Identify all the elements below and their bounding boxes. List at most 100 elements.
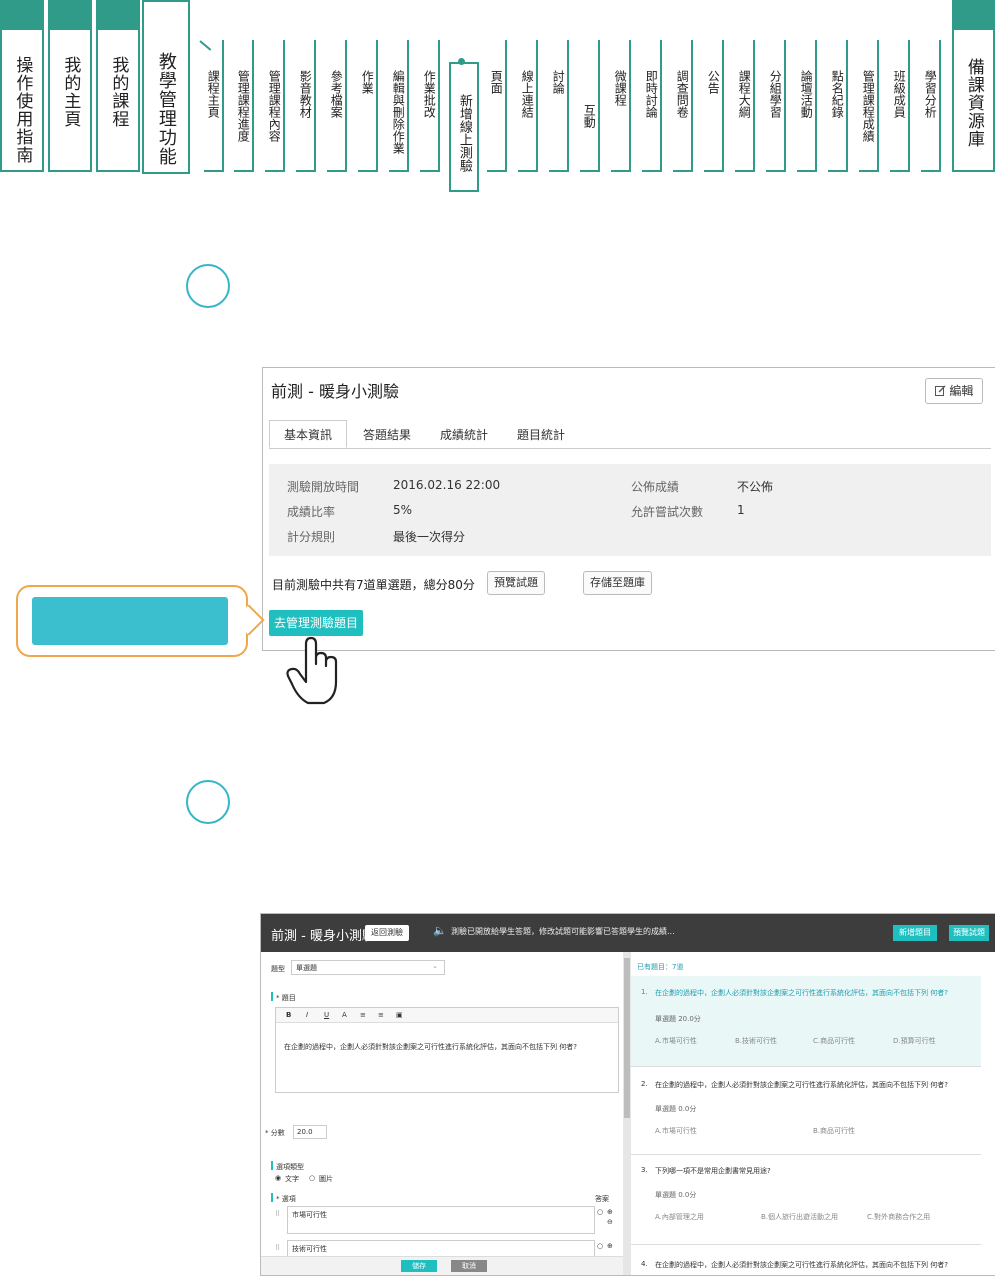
question-item-2[interactable]: 2. 在企劃的過程中，企劃人必須針對該企劃案之可行性進行系統化評估，其面向不包括… — [631, 1066, 981, 1155]
subtab-new-quiz[interactable]: 新增線上測驗 — [449, 62, 479, 192]
subtab-label: 互動 — [582, 104, 597, 128]
question-item-1[interactable]: 1. 在企劃的過程中，企劃人必須針對該企劃案之可行性進行系統化評估，其面向不包括… — [631, 976, 981, 1067]
answer-radio-1[interactable]: ○ — [597, 1208, 603, 1216]
tab-basic-info[interactable]: 基本資訊 — [269, 420, 348, 448]
choice: A.內部管理之用 — [655, 1213, 704, 1221]
tab-question-stats[interactable]: 題目統計 — [517, 426, 565, 443]
back-button[interactable]: 返回測驗 — [365, 925, 409, 941]
option-input-1[interactable]: 市場可行性 — [287, 1206, 595, 1234]
question-score: 單選題 0.0分 — [655, 1191, 697, 1199]
subtab-content[interactable]: 管理課程內容 — [265, 40, 285, 172]
radio-image-icon[interactable]: ○ — [309, 1174, 315, 1182]
subtab-homework[interactable]: 作業 — [358, 40, 378, 172]
ordered-list-button[interactable]: ≡ — [360, 1011, 366, 1019]
question-item-4[interactable]: 4. 在企劃的過程中，企劃人必須針對該企劃案之可行性進行系統化評估，其面向不包括… — [631, 1244, 981, 1275]
save-button[interactable]: 儲存 — [401, 1260, 437, 1272]
rule-value: 最後一次得分 — [393, 530, 466, 544]
new-question-button[interactable]: 新增題目 — [893, 925, 937, 941]
choice: A.市場可行性 — [655, 1127, 697, 1135]
question-num: 2. — [641, 1080, 648, 1088]
subtab-announcement[interactable]: 公告 — [704, 40, 724, 172]
top-navigation: 操作使用指南 我的主頁 我的課程 教學管理功能 課程主頁 管理課程進度 管理課程… — [0, 0, 995, 200]
italic-button[interactable]: I — [306, 1011, 308, 1019]
subtab-interaction[interactable]: 互動 — [580, 40, 600, 172]
subtab-label: 新增線上測驗 — [456, 94, 472, 172]
question-text: 下列哪一項不是常用企劃書常見用途? — [655, 1167, 771, 1175]
underline-button[interactable]: U — [324, 1011, 329, 1019]
subtab-syllabus[interactable]: 課程大綱 — [735, 40, 755, 172]
subtab-links[interactable]: 線上連結 — [518, 40, 538, 172]
ratio-label: 成績比率 — [287, 505, 336, 519]
tab-cap — [50, 0, 90, 30]
subtab-progress[interactable]: 管理課程進度 — [234, 40, 254, 172]
tab-my-courses[interactable]: 我的課程 — [96, 0, 140, 172]
subtab-grades[interactable]: 管理課程成績 — [859, 40, 879, 172]
question-editor[interactable]: B I U A ≡ ≡ ▣ 在企劃的過程中，企劃人必須針對該企劃案之可行性進行系… — [275, 1007, 619, 1093]
tab-home[interactable]: 我的主頁 — [48, 0, 92, 172]
type-select[interactable]: 單選題 ⌄ — [291, 960, 445, 975]
remove-option-icon[interactable]: ⊖ — [607, 1218, 613, 1226]
save-to-bank-button[interactable]: 存儲至題庫 — [583, 571, 652, 595]
question-item-3[interactable]: 3. 下列哪一項不是常用企劃書常見用途? 單選題 0.0分 A.內部管理之用 B… — [631, 1154, 981, 1245]
drag-handle-icon[interactable]: ⠿ — [275, 1244, 280, 1252]
manage-questions-button[interactable]: 去管理測驗題目 — [269, 610, 363, 636]
option-2-text: 技術可行性 — [292, 1245, 327, 1253]
subtab-label: 管理課程進度 — [236, 70, 251, 142]
tab-guide-label: 操作使用指南 — [12, 56, 33, 164]
bold-button[interactable]: B — [286, 1011, 291, 1019]
subtab-label: 編輯與刪除作業 — [391, 70, 406, 154]
preview-button[interactable]: 預覽試題 — [487, 571, 545, 595]
subtab-label: 課程大綱 — [737, 70, 752, 118]
subtab-forum[interactable]: 論壇活動 — [797, 40, 817, 172]
question-num: 3. — [641, 1166, 648, 1174]
speaker-icon: 🔈 — [433, 924, 447, 937]
tab-score-stats[interactable]: 成績統計 — [440, 426, 488, 443]
score-value: 20.0 — [297, 1128, 313, 1136]
quiz-summary: 目前測驗中共有7道單選題，總分80分 — [272, 578, 475, 592]
image-icon[interactable]: ▣ — [396, 1011, 403, 1019]
type-select-value: 單選題 — [296, 964, 317, 972]
subtab-course-home[interactable]: 課程主頁 — [204, 40, 224, 172]
add-option-icon[interactable]: ⊕ — [607, 1242, 613, 1250]
attempts-value: 1 — [737, 503, 745, 517]
chevron-down-icon: ⌄ — [432, 962, 438, 970]
edit-button[interactable]: 編輯 — [925, 378, 983, 404]
subtab-survey[interactable]: 調查問卷 — [673, 40, 693, 172]
subtab-analytics[interactable]: 學習分析 — [921, 40, 941, 172]
subtab-grading[interactable]: 作業批改 — [420, 40, 440, 172]
subtab-attendance[interactable]: 點名紀錄 — [828, 40, 848, 172]
add-option-icon[interactable]: ⊕ — [607, 1208, 613, 1216]
choice: B.商品可行性 — [813, 1127, 856, 1135]
subtab-page[interactable]: 頁面 — [487, 40, 507, 172]
quiz-editor: 前測 - 暖身小測驗 返回測驗 🔈 測驗已開放給學生答題，修改試題可能影響已答題… — [260, 913, 995, 1276]
subtab-label: 調查問卷 — [675, 70, 690, 118]
callout-box — [16, 585, 265, 657]
tab-resource-library[interactable]: 備課資源庫 — [952, 0, 995, 172]
callout-tail — [233, 604, 265, 636]
radio-text-icon[interactable]: ◉ — [275, 1174, 281, 1182]
tab-guide[interactable]: 操作使用指南 — [0, 0, 44, 172]
unordered-list-button[interactable]: ≡ — [378, 1011, 384, 1019]
score-input[interactable]: 20.0 — [293, 1125, 327, 1139]
subtab-live-discussion[interactable]: 即時討論 — [642, 40, 662, 172]
editor-scrollbar[interactable] — [623, 952, 631, 1275]
choice: C.對外商務合作之用 — [867, 1213, 931, 1221]
preview-questions-button[interactable]: 預覽試題 — [949, 925, 989, 941]
choice: B.技術可行性 — [735, 1037, 778, 1045]
tab-teaching-management[interactable]: 教學管理功能 — [142, 0, 190, 174]
scrollbar-thumb[interactable] — [624, 958, 630, 1118]
cancel-button[interactable]: 取消 — [451, 1260, 487, 1272]
subtab-group-learning[interactable]: 分組學習 — [766, 40, 786, 172]
answer-radio-2[interactable]: ○ — [597, 1242, 603, 1250]
option-type-image: 圖片 — [319, 1175, 333, 1183]
subtab-members[interactable]: 班級成員 — [890, 40, 910, 172]
font-color-button[interactable]: A — [342, 1011, 347, 1019]
subtab-micro-course[interactable]: 微課程 — [611, 40, 631, 172]
subtab-edit-homework[interactable]: 編輯與刪除作業 — [389, 40, 409, 172]
question-count: 已有題目：7道 — [637, 963, 684, 971]
tab-answers[interactable]: 答題結果 — [363, 426, 411, 443]
subtab-references[interactable]: 參考檔案 — [327, 40, 347, 172]
drag-handle-icon[interactable]: ⠿ — [275, 1210, 280, 1218]
subtab-video[interactable]: 影音教材 — [296, 40, 316, 172]
subtab-discussion[interactable]: 討論 — [549, 40, 569, 172]
